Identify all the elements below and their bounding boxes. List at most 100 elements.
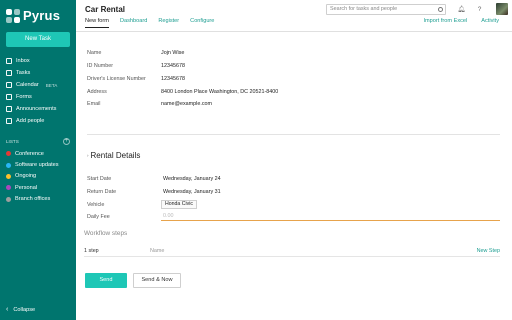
sidebar-nav: Inbox Tasks Calendar BETA Forms Announce… xyxy=(0,55,76,127)
list-item-personal[interactable]: Personal xyxy=(0,182,76,193)
form-content: Name Jojn Wise ID Number 12345678 Driver… xyxy=(76,32,512,320)
field-label: Name xyxy=(87,49,102,56)
chevron-right-icon: › xyxy=(87,153,89,158)
field-label: Email xyxy=(87,100,101,107)
list-item-label: Software updates xyxy=(15,162,59,169)
activity-link[interactable]: Activity xyxy=(481,18,499,24)
tab-new-form[interactable]: New form xyxy=(85,18,109,28)
field-label: Return Date xyxy=(87,188,117,195)
list-item-label: Conference xyxy=(15,150,44,157)
field-value[interactable]: 12345678 xyxy=(161,63,185,69)
field-label: Driver's License Number xyxy=(87,75,146,82)
send-and-now-button[interactable]: Send & Now xyxy=(133,273,181,288)
field-id-number: ID Number 12345678 xyxy=(87,60,185,71)
tab-dashboard[interactable]: Dashboard xyxy=(120,18,147,28)
send-button[interactable]: Send xyxy=(85,273,127,288)
add-list-icon[interactable]: + xyxy=(63,138,70,145)
workflow-step-count: 1 step xyxy=(84,247,99,254)
tab-register[interactable]: Register xyxy=(158,18,179,28)
list-color-dot xyxy=(6,196,11,202)
field-label: Daily Fee xyxy=(87,213,110,220)
inbox-icon xyxy=(6,58,12,64)
logo-text: Pyrus xyxy=(23,8,61,23)
tab-configure[interactable]: Configure xyxy=(190,18,214,28)
bell-icon[interactable]: 🔔︎ xyxy=(456,4,467,15)
list-item-software-updates[interactable]: Software updates xyxy=(0,159,76,170)
help-icon[interactable]: ? xyxy=(474,4,485,15)
list-item-ongoing[interactable]: Ongoing xyxy=(0,171,76,182)
field-address: Address 8400 London Place Washington, DC… xyxy=(87,86,278,97)
sidebar-item-label: Tasks xyxy=(16,70,31,76)
list-color-dot xyxy=(6,173,11,179)
chevron-left-icon: ‹ xyxy=(6,306,9,313)
import-from-excel-link[interactable]: Import from Excel xyxy=(423,18,467,24)
form-tabs: New form Dashboard Register Configure xyxy=(85,18,225,28)
field-label: Start Date xyxy=(87,175,112,182)
forms-icon xyxy=(6,94,12,100)
sidebar-item-inbox[interactable]: Inbox xyxy=(0,55,76,67)
workflow-step-row: 1 step Name New Step xyxy=(84,245,500,257)
sidebar-item-label: Forms xyxy=(16,94,32,100)
list-item-label: Branch offices xyxy=(15,196,51,203)
header: Car Rental New form Dashboard Register C… xyxy=(76,0,512,32)
daily-fee-input[interactable]: 0.00 xyxy=(161,211,500,221)
search-input[interactable]: Search for tasks and people xyxy=(326,4,446,15)
workflow-step-name-input[interactable]: Name xyxy=(150,248,164,254)
section-divider xyxy=(87,134,500,135)
section-title-text: Rental Details xyxy=(90,151,141,160)
add-people-icon xyxy=(6,118,12,124)
search-placeholder: Search for tasks and people xyxy=(330,6,398,12)
sidebar-item-label: Add people xyxy=(16,118,45,124)
list-item-label: Personal xyxy=(15,184,38,191)
field-email: Email name@example.com xyxy=(87,98,212,109)
list-item-branch-offices[interactable]: Branch offices xyxy=(0,194,76,205)
field-vehicle: Vehicle Honda Civic xyxy=(87,199,197,210)
sidebar-item-forms[interactable]: Forms xyxy=(0,91,76,103)
list-item-conference[interactable]: Conference xyxy=(0,148,76,159)
pyrus-logo-icon xyxy=(6,8,20,23)
sidebar-item-label: Calendar xyxy=(16,82,39,88)
lists: Conference Software updates Ongoing Pers… xyxy=(0,148,76,205)
sidebar-item-calendar[interactable]: Calendar BETA xyxy=(0,79,76,91)
calendar-icon xyxy=(6,82,12,88)
collapse-label: Collapse xyxy=(13,306,36,313)
sidebar: Pyrus New Task Inbox Tasks Calendar BETA… xyxy=(0,0,76,320)
sidebar-item-label: Announcements xyxy=(16,106,57,112)
field-label: Vehicle xyxy=(87,201,105,208)
field-license-number: Driver's License Number 12345678 xyxy=(87,73,185,84)
field-value[interactable]: Wednesday, January 24 xyxy=(161,175,223,183)
logo[interactable]: Pyrus xyxy=(6,8,60,23)
new-task-button[interactable]: New Task xyxy=(6,32,70,47)
tasks-icon xyxy=(6,70,12,76)
avatar[interactable] xyxy=(496,3,508,15)
field-name: Name Jojn Wise xyxy=(87,47,184,58)
list-color-dot xyxy=(6,185,11,191)
field-label: Address xyxy=(87,88,107,95)
field-value[interactable]: Wednesday, January 31 xyxy=(161,188,223,196)
announcements-icon xyxy=(6,106,12,112)
list-item-label: Ongoing xyxy=(15,173,37,180)
beta-badge: BETA xyxy=(45,82,58,88)
field-value[interactable]: Jojn Wise xyxy=(161,50,184,56)
field-value[interactable]: 8400 London Place Washington, DC 20521-8… xyxy=(161,89,278,95)
rental-details-heading[interactable]: › Rental Details xyxy=(87,151,140,160)
vehicle-select[interactable]: Honda Civic xyxy=(161,200,197,209)
field-value[interactable]: name@example.com xyxy=(161,101,212,107)
sidebar-item-announcements[interactable]: Announcements xyxy=(0,103,76,115)
search-icon xyxy=(438,6,443,12)
header-links: Import from Excel Activity xyxy=(409,18,499,24)
lists-heading: LISTS + xyxy=(6,138,70,145)
page-title: Car Rental xyxy=(85,5,126,14)
field-daily-fee: Daily Fee xyxy=(87,211,161,222)
collapse-button[interactable]: ‹ Collapse xyxy=(6,306,35,313)
workflow-steps-heading: Workflow steps xyxy=(84,230,128,237)
field-label: ID Number xyxy=(87,62,114,69)
field-value[interactable]: 12345678 xyxy=(161,76,185,82)
lists-heading-label: LISTS xyxy=(6,139,19,144)
sidebar-item-label: Inbox xyxy=(16,58,30,64)
field-start-date: Start Date Wednesday, January 24 xyxy=(87,173,223,184)
sidebar-item-tasks[interactable]: Tasks xyxy=(0,67,76,79)
new-step-link[interactable]: New Step xyxy=(477,248,500,254)
list-color-dot xyxy=(6,151,11,157)
sidebar-item-add-people[interactable]: Add people xyxy=(0,115,76,127)
